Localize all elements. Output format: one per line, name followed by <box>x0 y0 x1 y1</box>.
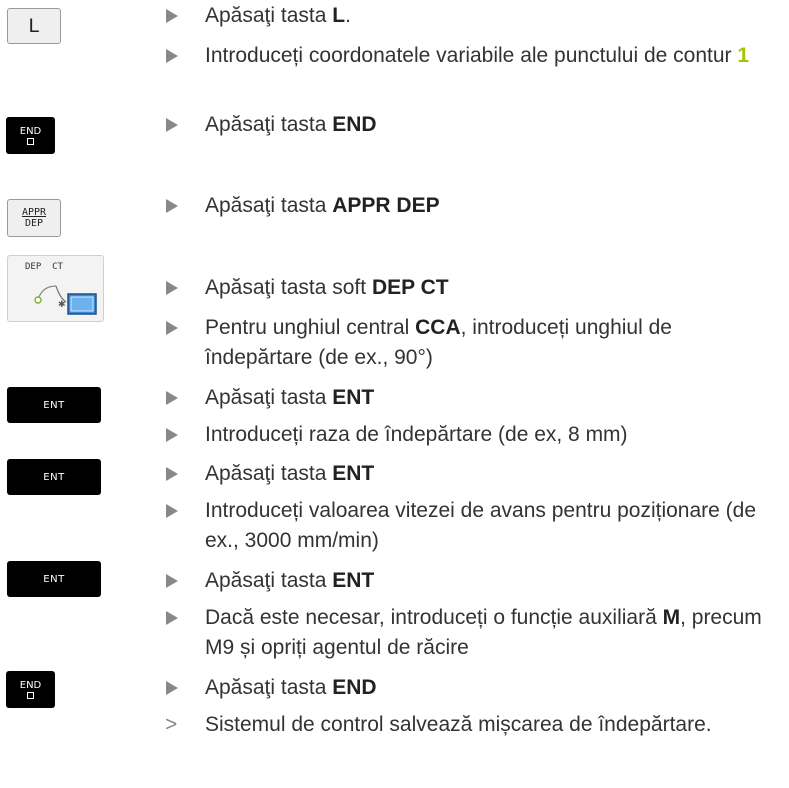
ent-key-label: ENT <box>43 471 65 483</box>
end-key-label: END <box>19 126 42 137</box>
key-name: ENT <box>332 386 375 409</box>
step-text: Apăsaţi tasta <box>205 113 333 136</box>
tangent-departure-icon: ✱ <box>34 285 97 315</box>
l-key-label: L <box>28 15 40 37</box>
dep-key-label: DEP <box>24 218 44 229</box>
key-name: ENT <box>332 569 375 592</box>
appr-key-label: APPR <box>21 207 47 218</box>
bullet-triangle-icon <box>166 199 178 213</box>
ent-key-3[interactable]: ENT <box>7 561 101 597</box>
result-arrow: > <box>165 713 178 736</box>
bullet-triangle-icon <box>166 118 178 132</box>
ent-key-label: ENT <box>43 573 65 585</box>
appr-dep-key[interactable]: APPR DEP <box>7 199 61 237</box>
step-text: Apăsaţi tasta soft <box>205 276 372 299</box>
bullet-triangle-icon <box>166 467 178 481</box>
step-text: Apăsaţi tasta <box>205 194 333 217</box>
key-name: END <box>332 676 377 699</box>
bullet-triangle-icon <box>166 574 178 588</box>
step-text: Introduceți raza de îndepărtare (de ex, … <box>205 423 628 446</box>
bullet-triangle-icon <box>166 681 178 695</box>
contour-point-number: 1 <box>737 44 750 67</box>
result-text: Sistemul de control salvează mișcarea de… <box>205 713 712 736</box>
step-text: Pentru unghiul central <box>205 316 416 339</box>
l-key[interactable]: L <box>7 8 61 44</box>
bullet-triangle-icon <box>166 49 178 63</box>
end-key[interactable]: END <box>6 117 55 154</box>
svg-text:✱: ✱ <box>58 300 66 310</box>
key-name: END <box>332 113 377 136</box>
step-text: Apăsaţi tasta <box>205 462 333 485</box>
dep-ct-softkey[interactable]: DEP CT ✱ <box>7 255 104 322</box>
bullet-triangle-icon <box>166 428 178 442</box>
bullet-triangle-icon <box>166 9 178 23</box>
step-text: Apăsaţi tasta <box>205 569 333 592</box>
end-key-label: END <box>19 680 42 691</box>
end-key-2[interactable]: END <box>6 671 55 708</box>
square-icon <box>27 138 34 145</box>
bullet-triangle-icon <box>166 611 178 625</box>
key-name: DEP CT <box>371 276 449 299</box>
bullet-triangle-icon <box>166 321 178 335</box>
step-text: Introduceți valoarea vitezei de avans pe… <box>205 499 757 552</box>
step-text: Introduceți coordonatele variabile ale p… <box>205 44 738 67</box>
step-text: . <box>345 4 351 27</box>
step-text: Apăsaţi tasta <box>205 676 333 699</box>
ent-key-2[interactable]: ENT <box>7 459 101 495</box>
bullet-triangle-icon <box>166 391 178 405</box>
ent-key-label: ENT <box>43 399 65 411</box>
bullet-triangle-icon <box>166 504 178 518</box>
key-name: ENT <box>332 462 375 485</box>
key-name: APPR DEP <box>332 194 440 217</box>
step-text: Dacă este necesar, introduceți o funcție… <box>205 606 663 629</box>
bullet-triangle-icon <box>166 281 178 295</box>
step-text: Apăsaţi tasta <box>205 386 333 409</box>
key-name: CCA <box>415 316 461 339</box>
key-name: M <box>662 606 681 629</box>
key-name: L <box>332 4 346 27</box>
ent-key-1[interactable]: ENT <box>7 387 101 423</box>
square-icon <box>27 692 34 699</box>
step-text: Apăsaţi tasta <box>205 4 333 27</box>
